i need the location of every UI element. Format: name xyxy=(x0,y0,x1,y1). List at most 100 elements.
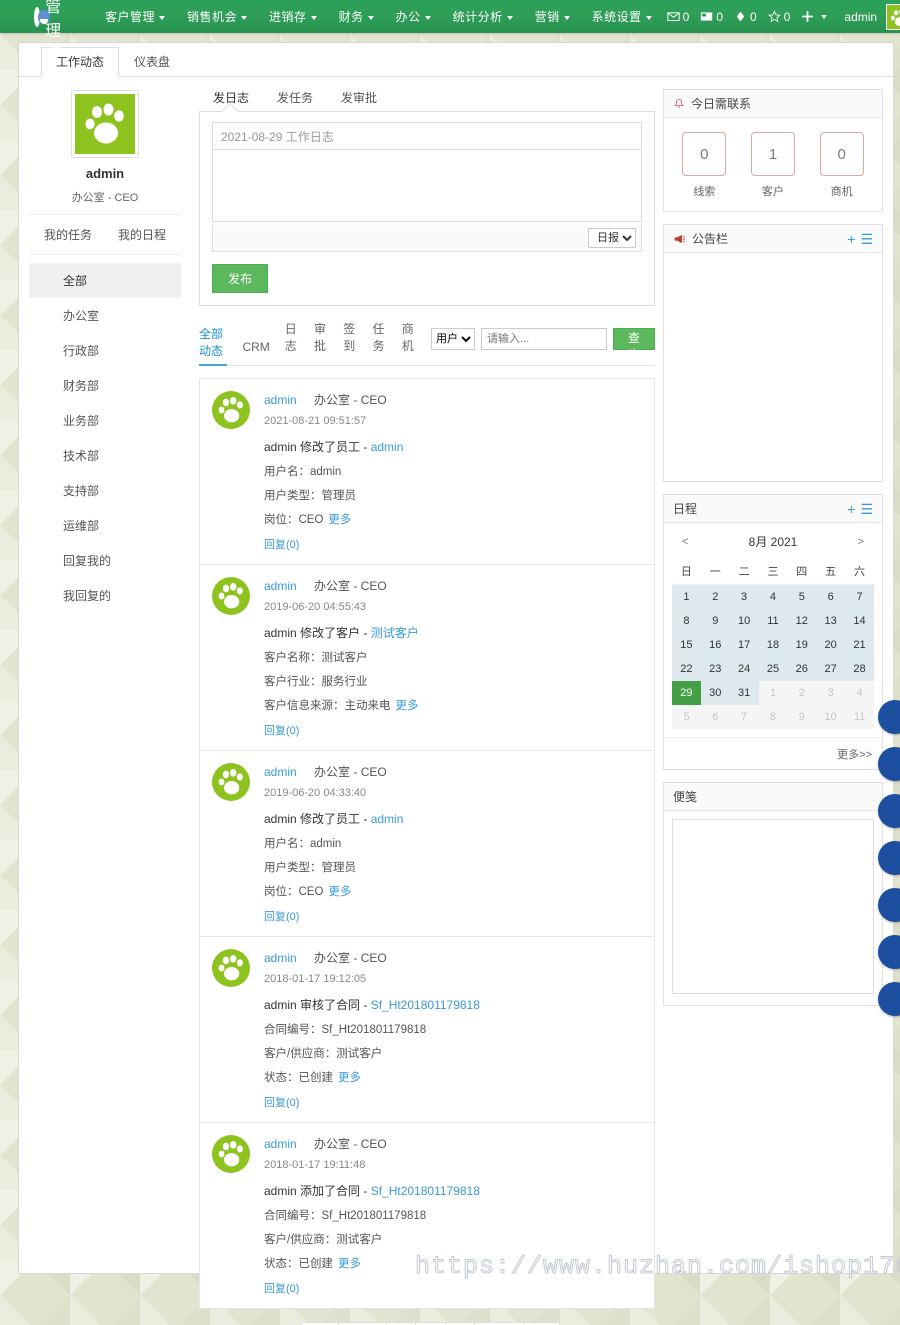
calendar-day[interactable]: 19 xyxy=(787,633,817,657)
search-button[interactable]: 查询 xyxy=(612,327,655,362)
profile-link-0[interactable]: 我的任务 xyxy=(44,226,92,243)
calendar-day[interactable]: 8 xyxy=(672,609,701,633)
calendar-day[interactable]: 1 xyxy=(758,681,788,705)
calendar-day[interactable]: 30 xyxy=(700,681,730,705)
feed-filter-tab-5[interactable]: 任务 xyxy=(373,320,387,359)
bulletin-list-button[interactable]: ☰ xyxy=(860,232,873,246)
department-item-2[interactable]: 行政部 xyxy=(29,333,181,368)
calendar-day[interactable]: 16 xyxy=(700,633,730,657)
feed-username[interactable]: admin xyxy=(264,393,297,407)
feed-reply-link[interactable]: 回复(0) xyxy=(264,1094,640,1110)
publisher-tab-1[interactable]: 发任务 xyxy=(263,85,327,111)
contact-cell-2[interactable]: 0 商机 xyxy=(819,132,864,199)
log-title-input[interactable] xyxy=(212,122,642,150)
feed-action-link[interactable]: admin xyxy=(371,440,404,454)
feed-filter-tab-0[interactable]: 全部动态 xyxy=(199,325,228,366)
calendar-day[interactable]: 6 xyxy=(700,705,730,729)
department-item-7[interactable]: 运维部 xyxy=(29,508,181,543)
menu-item-0[interactable]: 客户管理 xyxy=(94,8,176,25)
calendar-day[interactable]: 2 xyxy=(787,681,817,705)
log-content-textarea[interactable] xyxy=(212,150,642,222)
feed-filter-tab-2[interactable]: 日志 xyxy=(285,320,299,359)
feed-action-link[interactable]: 测试客户 xyxy=(371,626,419,640)
feed-filter-tab-6[interactable]: 商机 xyxy=(402,320,416,359)
department-item-3[interactable]: 财务部 xyxy=(29,368,181,403)
profile-avatar[interactable] xyxy=(72,91,138,157)
schedule-list-button[interactable]: ☰ xyxy=(860,502,873,516)
rail-button-1[interactable] xyxy=(878,700,900,734)
calendar-day[interactable]: 9 xyxy=(700,609,730,633)
menu-item-3[interactable]: 财务 xyxy=(328,8,385,25)
calendar-day[interactable]: 11 xyxy=(845,705,874,729)
feed-username[interactable]: admin xyxy=(264,765,297,779)
department-item-1[interactable]: 办公室 xyxy=(29,298,181,333)
stat-diamond[interactable]: 0 xyxy=(730,10,761,24)
publisher-tab-2[interactable]: 发审批 xyxy=(327,85,391,111)
log-type-select[interactable]: 日报周报月报 xyxy=(588,228,636,248)
stat-envelope[interactable]: 0 xyxy=(663,10,694,24)
calendar-day[interactable]: 18 xyxy=(758,633,788,657)
feed-more-link[interactable]: 更多 xyxy=(338,1258,361,1270)
department-item-6[interactable]: 支持部 xyxy=(29,473,181,508)
menu-item-5[interactable]: 统计分析 xyxy=(442,8,524,25)
calendar-day[interactable]: 8 xyxy=(758,705,788,729)
feed-filter-tab-4[interactable]: 签到 xyxy=(343,320,357,359)
department-item-0[interactable]: 全部 xyxy=(29,263,181,298)
contact-cell-0[interactable]: 0 线索 xyxy=(682,132,727,199)
calendar-day[interactable]: 1 xyxy=(672,584,701,609)
memo-textarea[interactable] xyxy=(672,819,874,994)
feed-more-link[interactable]: 更多 xyxy=(328,514,351,526)
search-scope-select[interactable]: 用户部门 xyxy=(430,327,475,350)
contact-cell-1[interactable]: 1 客户 xyxy=(750,132,795,199)
calendar-day[interactable]: 2 xyxy=(700,584,730,609)
calendar-day[interactable]: 27 xyxy=(816,657,846,681)
calendar-day[interactable]: 4 xyxy=(845,681,874,705)
calendar-day[interactable]: 6 xyxy=(816,584,846,609)
menu-item-7[interactable]: 系统设置 xyxy=(581,8,663,25)
nav-avatar[interactable] xyxy=(886,3,900,30)
feed-filter-tab-3[interactable]: 审批 xyxy=(314,320,328,359)
calendar-day[interactable]: 10 xyxy=(816,705,846,729)
calendar-day[interactable]: 14 xyxy=(845,609,874,633)
feed-avatar[interactable] xyxy=(212,1135,250,1173)
feed-username[interactable]: admin xyxy=(264,579,297,593)
feed-avatar[interactable] xyxy=(212,763,250,801)
feed-reply-link[interactable]: 回复(0) xyxy=(264,908,640,924)
department-item-4[interactable]: 业务部 xyxy=(29,403,181,438)
calendar-day[interactable]: 12 xyxy=(787,609,817,633)
feed-more-link[interactable]: 更多 xyxy=(338,1072,361,1084)
calendar-day[interactable]: 28 xyxy=(845,657,874,681)
calendar-day[interactable]: 3 xyxy=(729,584,759,609)
feed-filter-tab-1[interactable]: CRM xyxy=(242,340,269,359)
stat-star[interactable]: 0 xyxy=(764,10,795,24)
stat-message[interactable]: 0 xyxy=(696,10,727,24)
calendar-day[interactable]: 7 xyxy=(845,584,874,609)
feed-reply-link[interactable]: 回复(0) xyxy=(264,536,640,552)
feed-more-link[interactable]: 更多 xyxy=(328,886,351,898)
rail-button-4[interactable] xyxy=(878,841,900,875)
menu-item-1[interactable]: 销售机会 xyxy=(176,8,258,25)
calendar-day[interactable]: 13 xyxy=(816,609,846,633)
profile-link-1[interactable]: 我的日程 xyxy=(118,226,166,243)
feed-avatar[interactable] xyxy=(212,949,250,987)
feed-action-link[interactable]: Sf_Ht201801179818 xyxy=(371,998,480,1012)
department-item-8[interactable]: 回复我的 xyxy=(29,543,181,578)
feed-avatar[interactable] xyxy=(212,577,250,615)
feed-username[interactable]: admin xyxy=(264,1137,297,1151)
calendar-day[interactable]: 5 xyxy=(672,705,701,729)
search-input[interactable] xyxy=(480,327,607,350)
feed-more-link[interactable]: 更多 xyxy=(396,700,419,712)
brand[interactable]: 客户管理系统 xyxy=(0,0,76,89)
rail-button-3[interactable] xyxy=(878,794,900,828)
publish-button[interactable]: 发布 xyxy=(212,264,269,293)
department-item-5[interactable]: 技术部 xyxy=(29,438,181,473)
calendar-day[interactable]: 21 xyxy=(845,633,874,657)
feed-action-link[interactable]: Sf_Ht201801179818 xyxy=(371,1184,480,1198)
menu-item-4[interactable]: 办公 xyxy=(385,8,442,25)
feed-avatar[interactable] xyxy=(212,391,250,429)
calendar-more-link[interactable]: 更多>> xyxy=(837,749,872,761)
nav-username[interactable]: admin xyxy=(844,10,877,24)
calendar-day[interactable]: 31 xyxy=(729,681,759,705)
calendar-day[interactable]: 11 xyxy=(758,609,788,633)
calendar-day[interactable]: 24 xyxy=(729,657,759,681)
